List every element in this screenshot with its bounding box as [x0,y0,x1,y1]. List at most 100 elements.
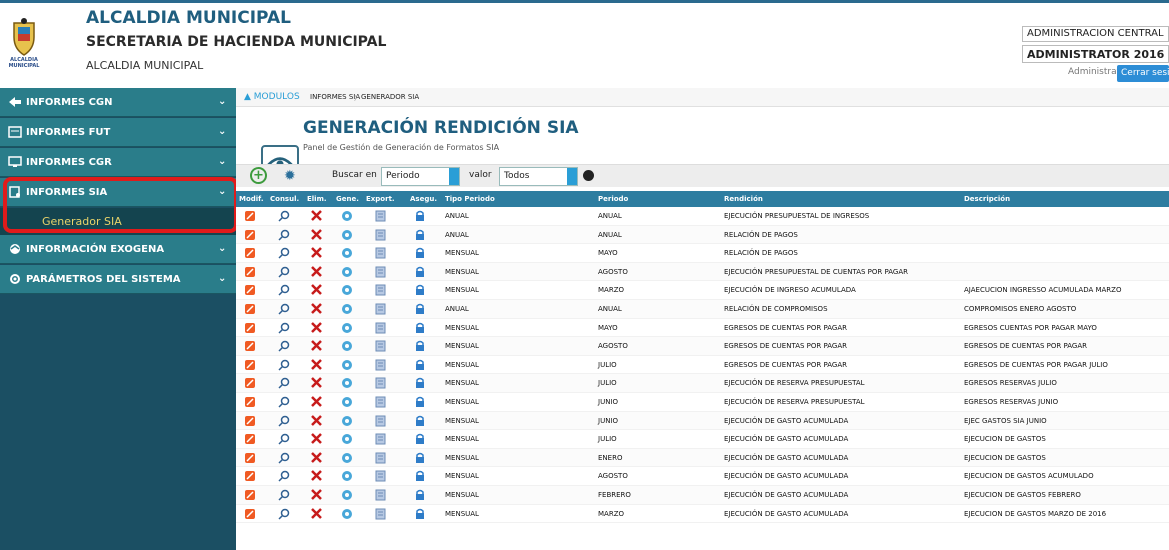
value-select[interactable]: Todos [499,167,578,186]
delete-icon[interactable] [311,433,322,446]
lock-icon[interactable] [415,489,425,503]
sidebar-item-informes-cgn[interactable]: INFORMES CGN ⌄ [0,88,236,117]
column-header[interactable]: Rendición [724,195,763,203]
export-icon[interactable] [375,377,386,391]
delete-icon[interactable] [311,321,322,335]
search-icon[interactable] [278,229,290,243]
table-row[interactable]: MENSUAL MARZO EJECUCIÓN DE INGRESO ACUMULA… [236,281,1169,300]
generate-icon[interactable] [341,470,353,484]
column-header[interactable]: Export. [366,195,395,203]
generate-icon[interactable] [341,229,353,243]
search-icon[interactable] [278,377,290,391]
lock-icon[interactable] [415,322,425,336]
edit-icon[interactable] [244,396,256,410]
lock-icon[interactable] [415,210,425,224]
column-header[interactable]: Consul. [270,195,299,203]
search-icon[interactable] [278,508,290,522]
generate-icon[interactable] [341,247,353,261]
settings-gear-icon[interactable]: ✹ [284,168,296,184]
export-icon[interactable] [375,470,386,484]
edit-icon[interactable] [244,229,256,243]
search-icon[interactable] [278,470,290,484]
table-row[interactable]: MENSUAL AGOSTO EGRESOS DE CUENTAS POR PAGA… [236,337,1169,356]
logout-button[interactable]: Cerrar sesión [1117,65,1169,82]
delete-icon[interactable] [311,340,322,353]
search-icon[interactable] [278,415,290,429]
delete-icon[interactable] [311,358,322,372]
table-row[interactable]: MENSUAL JUNIO EJECUCIÓN DE GASTO ACUMULADA… [236,411,1169,431]
generate-icon[interactable] [341,210,353,224]
delete-icon[interactable] [311,377,322,390]
sidebar-item-informes-cgr[interactable]: INFORMES CGR ⌄ [0,148,236,177]
export-icon[interactable] [375,284,386,298]
lock-icon[interactable] [415,359,425,373]
generate-icon[interactable] [341,433,353,447]
column-header[interactable]: Asegu. [410,195,437,203]
export-icon[interactable] [375,322,386,336]
lock-icon[interactable] [415,377,425,391]
delete-icon[interactable] [311,210,322,223]
export-icon[interactable] [375,415,386,429]
delete-icon[interactable] [311,489,322,502]
lock-icon[interactable] [415,266,425,280]
edit-icon[interactable] [244,489,256,503]
column-header[interactable]: Periodo [598,195,628,203]
entity-field[interactable]: ADMINISTRACION CENTRAL [1022,26,1169,42]
search-icon[interactable] [278,396,290,410]
lock-icon[interactable] [415,433,425,447]
table-row[interactable]: ANUAL ANUAL RELACIÓN DE COMPROMISOS COMPROM… [236,299,1169,319]
delete-icon[interactable] [311,470,322,483]
edit-icon[interactable] [244,415,256,429]
breadcrumb-generador-sia[interactable]: GENERADOR SIA [361,93,419,101]
generate-icon[interactable] [341,284,353,298]
generate-icon[interactable] [341,489,353,503]
delete-icon[interactable] [311,265,322,279]
edit-icon[interactable] [244,322,256,336]
export-icon[interactable] [375,303,386,317]
export-icon[interactable] [375,359,386,373]
breadcrumb-informes-sia[interactable]: INFORMES SIA [310,93,360,101]
generate-icon[interactable] [341,303,353,317]
table-row[interactable]: MENSUAL MARZO EJECUCIÓN DE GASTO ACUMULADA… [236,505,1169,524]
generate-icon[interactable] [341,396,353,410]
edit-icon[interactable] [244,508,256,522]
delete-icon[interactable] [311,247,322,260]
generate-icon[interactable] [341,322,353,336]
search-icon[interactable] [278,247,290,261]
table-row[interactable]: ANUAL ANUAL EJECUCIÓN PRESUPUESTAL DE INGR… [236,207,1169,226]
delete-icon[interactable] [311,507,322,521]
export-icon[interactable] [375,396,386,410]
column-header[interactable]: Descripción [964,195,1010,203]
generate-icon[interactable] [341,266,353,280]
export-icon[interactable] [375,508,386,522]
lock-icon[interactable] [415,247,425,261]
generate-icon[interactable] [341,359,353,373]
export-icon[interactable] [375,247,386,261]
column-header[interactable]: Elim. [307,195,327,203]
delete-icon[interactable] [311,284,322,297]
generate-icon[interactable] [341,508,353,522]
table-row[interactable]: MENSUAL AGOSTO EJECUCIÓN DE GASTO ACUMULAD… [236,467,1169,486]
lock-icon[interactable] [415,415,425,429]
search-field-select[interactable]: Periodo [381,167,460,186]
generate-icon[interactable] [341,377,353,391]
table-row[interactable]: MENSUAL AGOSTO EJECUCIÓN PRESUPUESTAL DE C… [236,262,1169,282]
edit-icon[interactable] [244,452,256,466]
column-header[interactable]: Modif. [239,195,264,203]
delete-icon[interactable] [311,396,322,409]
search-icon[interactable] [278,303,290,317]
search-icon[interactable] [278,210,290,224]
lock-icon[interactable] [415,303,425,317]
edit-icon[interactable] [244,247,256,261]
search-icon[interactable] [278,266,290,280]
export-icon[interactable] [375,489,386,503]
column-header[interactable]: Tipo Periodo [445,195,495,203]
edit-icon[interactable] [244,433,256,447]
export-icon[interactable] [375,452,386,466]
search-icon[interactable] [278,284,290,298]
add-button[interactable]: + [250,167,267,184]
lock-icon[interactable] [415,229,425,243]
lock-icon[interactable] [415,284,425,298]
edit-icon[interactable] [244,359,256,373]
edit-icon[interactable] [244,470,256,484]
